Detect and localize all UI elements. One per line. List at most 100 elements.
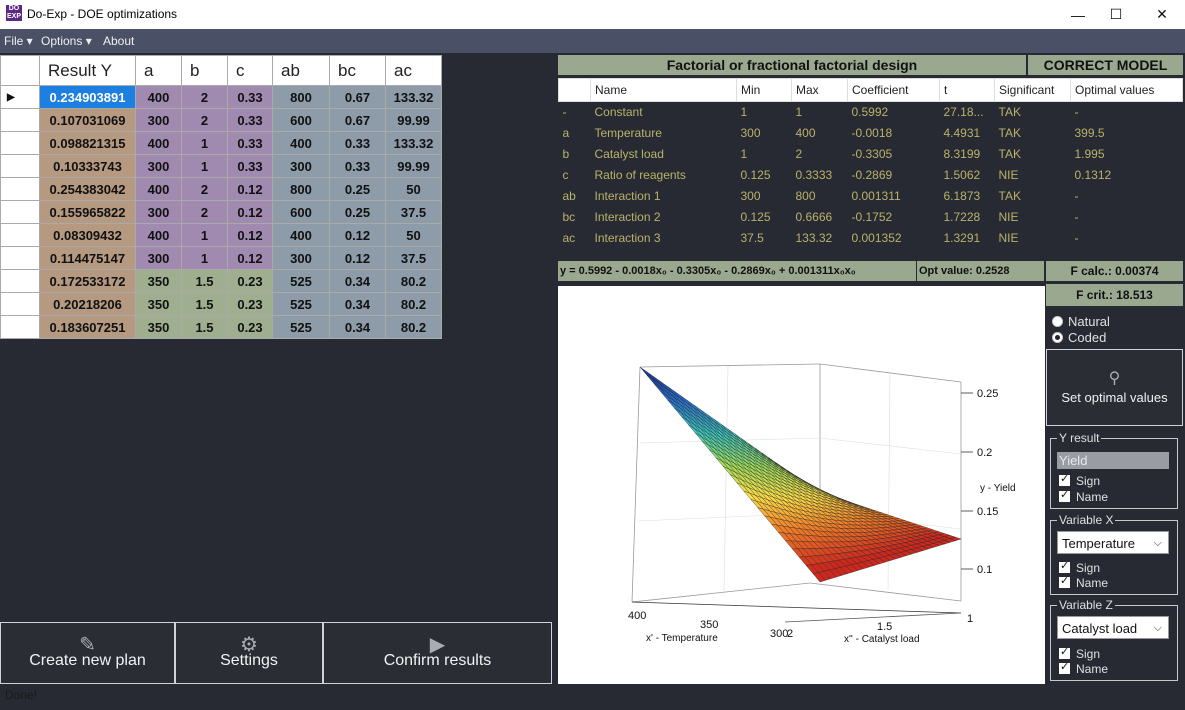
- coef-row[interactable]: a Temperature 300 400 -0.0018 4.4931 TAK 399.5: [558, 122, 1183, 144]
- table-row[interactable]: 0.098821315 400 1 0.33 400 0.33 133.32: [0, 131, 442, 155]
- cell-c[interactable]: 0.12: [227, 177, 273, 201]
- cell-c[interactable]: 0.12: [227, 223, 273, 247]
- row-header[interactable]: [0, 223, 40, 247]
- table-row[interactable]: 0.155965822 300 2 0.12 600 0.25 37.5: [0, 200, 442, 224]
- table-row[interactable]: 0.107031069 300 2 0.33 600 0.67 99.99: [0, 108, 442, 132]
- z-sign-checkbox[interactable]: Sign: [1059, 645, 1100, 661]
- coef-row[interactable]: b Catalyst load 1 2 -0.3305 8.3199 TAK 1.995: [558, 143, 1183, 165]
- cell-ac[interactable]: 50: [385, 223, 442, 247]
- cell-b[interactable]: 2: [181, 177, 228, 201]
- current-row-arrow-icon[interactable]: ▶: [0, 85, 40, 109]
- cell-c[interactable]: 0.33: [227, 131, 273, 155]
- cell-a[interactable]: 300: [135, 200, 182, 224]
- cell-bc[interactable]: 0.34: [329, 315, 386, 339]
- cell-ab[interactable]: 800: [272, 177, 330, 201]
- cell-a[interactable]: 400: [135, 85, 182, 109]
- table-row[interactable]: 0.183607251 350 1.5 0.23 525 0.34 80.2: [0, 315, 442, 339]
- cell-b[interactable]: 1: [181, 154, 228, 178]
- cell-ab[interactable]: 800: [272, 85, 330, 109]
- cell-ab[interactable]: 525: [272, 269, 330, 293]
- header-ac[interactable]: ac: [385, 55, 442, 86]
- natural-radio[interactable]: Natural: [1052, 314, 1110, 329]
- cell-ac[interactable]: 99.99: [385, 108, 442, 132]
- cell-c[interactable]: 0.23: [227, 269, 273, 293]
- cell-b[interactable]: 2: [181, 200, 228, 224]
- cell-a[interactable]: 300: [135, 154, 182, 178]
- cell-b[interactable]: 1.5: [181, 292, 228, 316]
- row-header[interactable]: [0, 131, 40, 155]
- cell-result-y[interactable]: 0.254383042: [39, 177, 136, 201]
- cell-b[interactable]: 2: [181, 108, 228, 132]
- cell-b[interactable]: 1: [181, 246, 228, 270]
- cell-bc[interactable]: 0.67: [329, 108, 386, 132]
- coef-row[interactable]: ab Interaction 1 300 800 0.001311 6.1873 TAK -: [558, 185, 1183, 207]
- row-header[interactable]: [0, 246, 40, 270]
- cell-ac[interactable]: 80.2: [385, 292, 442, 316]
- coef-row[interactable]: bc Interaction 2 0.125 0.6666 -0.1752 1.7228 N…: [558, 206, 1183, 228]
- row-header[interactable]: [0, 292, 40, 316]
- row-header[interactable]: [0, 315, 40, 339]
- cell-bc[interactable]: 0.34: [329, 292, 386, 316]
- coded-radio[interactable]: Coded: [1052, 330, 1106, 345]
- x-sign-checkbox[interactable]: Sign: [1059, 559, 1100, 575]
- cell-ab[interactable]: 600: [272, 108, 330, 132]
- cell-bc[interactable]: 0.25: [329, 177, 386, 201]
- row-header[interactable]: [0, 269, 40, 293]
- cell-c[interactable]: 0.33: [227, 154, 273, 178]
- cell-bc[interactable]: 0.12: [329, 246, 386, 270]
- coded-radio-circle[interactable]: [1052, 332, 1063, 343]
- table-row[interactable]: 0.114475147 300 1 0.12 300 0.12 37.5: [0, 246, 442, 270]
- menu-file[interactable]: File ▾: [4, 34, 33, 48]
- row-header[interactable]: [0, 200, 40, 224]
- coef-row[interactable]: c Ratio of reagents 0.125 0.3333 -0.2869 1.50…: [558, 164, 1183, 186]
- cell-bc[interactable]: 0.12: [329, 223, 386, 247]
- table-row[interactable]: ▶ 0.234903891 400 2 0.33 800 0.67 133.32: [0, 85, 442, 109]
- cell-a[interactable]: 300: [135, 108, 182, 132]
- cell-result-y[interactable]: 0.234903891: [39, 85, 136, 109]
- cell-ac[interactable]: 133.32: [385, 131, 442, 155]
- variable-x-select[interactable]: Temperature ⌵: [1057, 531, 1169, 554]
- cell-result-y[interactable]: 0.172533172: [39, 269, 136, 293]
- cell-c[interactable]: 0.12: [227, 246, 273, 270]
- cell-c[interactable]: 0.23: [227, 315, 273, 339]
- table-row[interactable]: 0.254383042 400 2 0.12 800 0.25 50: [0, 177, 442, 201]
- cell-b[interactable]: 1.5: [181, 269, 228, 293]
- header-b[interactable]: b: [181, 55, 228, 86]
- cell-bc[interactable]: 0.34: [329, 269, 386, 293]
- cell-a[interactable]: 400: [135, 131, 182, 155]
- cell-a[interactable]: 300: [135, 246, 182, 270]
- y-sign-check-icon[interactable]: [1059, 472, 1070, 486]
- cell-ac[interactable]: 80.2: [385, 269, 442, 293]
- cell-ac[interactable]: 37.5: [385, 200, 442, 224]
- cell-ac[interactable]: 133.32: [385, 85, 442, 109]
- maximize-button[interactable]: ☐: [1093, 0, 1139, 29]
- row-header[interactable]: [0, 108, 40, 132]
- set-optimal-values-button[interactable]: ⚲ Set optimal values: [1046, 349, 1183, 426]
- cell-bc[interactable]: 0.67: [329, 85, 386, 109]
- y-sign-checkbox[interactable]: Sign: [1059, 472, 1100, 488]
- menu-about[interactable]: About: [103, 34, 134, 48]
- cell-result-y[interactable]: 0.08309432: [39, 223, 136, 247]
- y-result-name-input[interactable]: [1057, 452, 1169, 469]
- cell-b[interactable]: 2: [181, 85, 228, 109]
- create-new-plan-button[interactable]: ✎ Create new plan: [0, 622, 175, 684]
- surface-plot[interactable]: 0.25 0.2 0.15 0.1 y - Yield 400 350 300 …: [558, 286, 1045, 684]
- x-sign-check-icon[interactable]: [1059, 559, 1070, 573]
- z-sign-check-icon[interactable]: [1059, 645, 1070, 659]
- z-name-checkbox[interactable]: Name: [1059, 660, 1108, 676]
- cell-ac[interactable]: 50: [385, 177, 442, 201]
- cell-c[interactable]: 0.12: [227, 200, 273, 224]
- cell-a[interactable]: 350: [135, 269, 182, 293]
- cell-result-y[interactable]: 0.10333743: [39, 154, 136, 178]
- cell-b[interactable]: 1: [181, 131, 228, 155]
- header-c[interactable]: c: [227, 55, 273, 86]
- cell-a[interactable]: 350: [135, 292, 182, 316]
- header-bc[interactable]: bc: [329, 55, 386, 86]
- y-name-checkbox[interactable]: Name: [1059, 488, 1108, 504]
- x-name-checkbox[interactable]: Name: [1059, 574, 1108, 590]
- cell-ab[interactable]: 525: [272, 315, 330, 339]
- row-header[interactable]: [0, 154, 40, 178]
- cell-ab[interactable]: 300: [272, 154, 330, 178]
- cell-ab[interactable]: 300: [272, 246, 330, 270]
- header-ab[interactable]: ab: [272, 55, 330, 86]
